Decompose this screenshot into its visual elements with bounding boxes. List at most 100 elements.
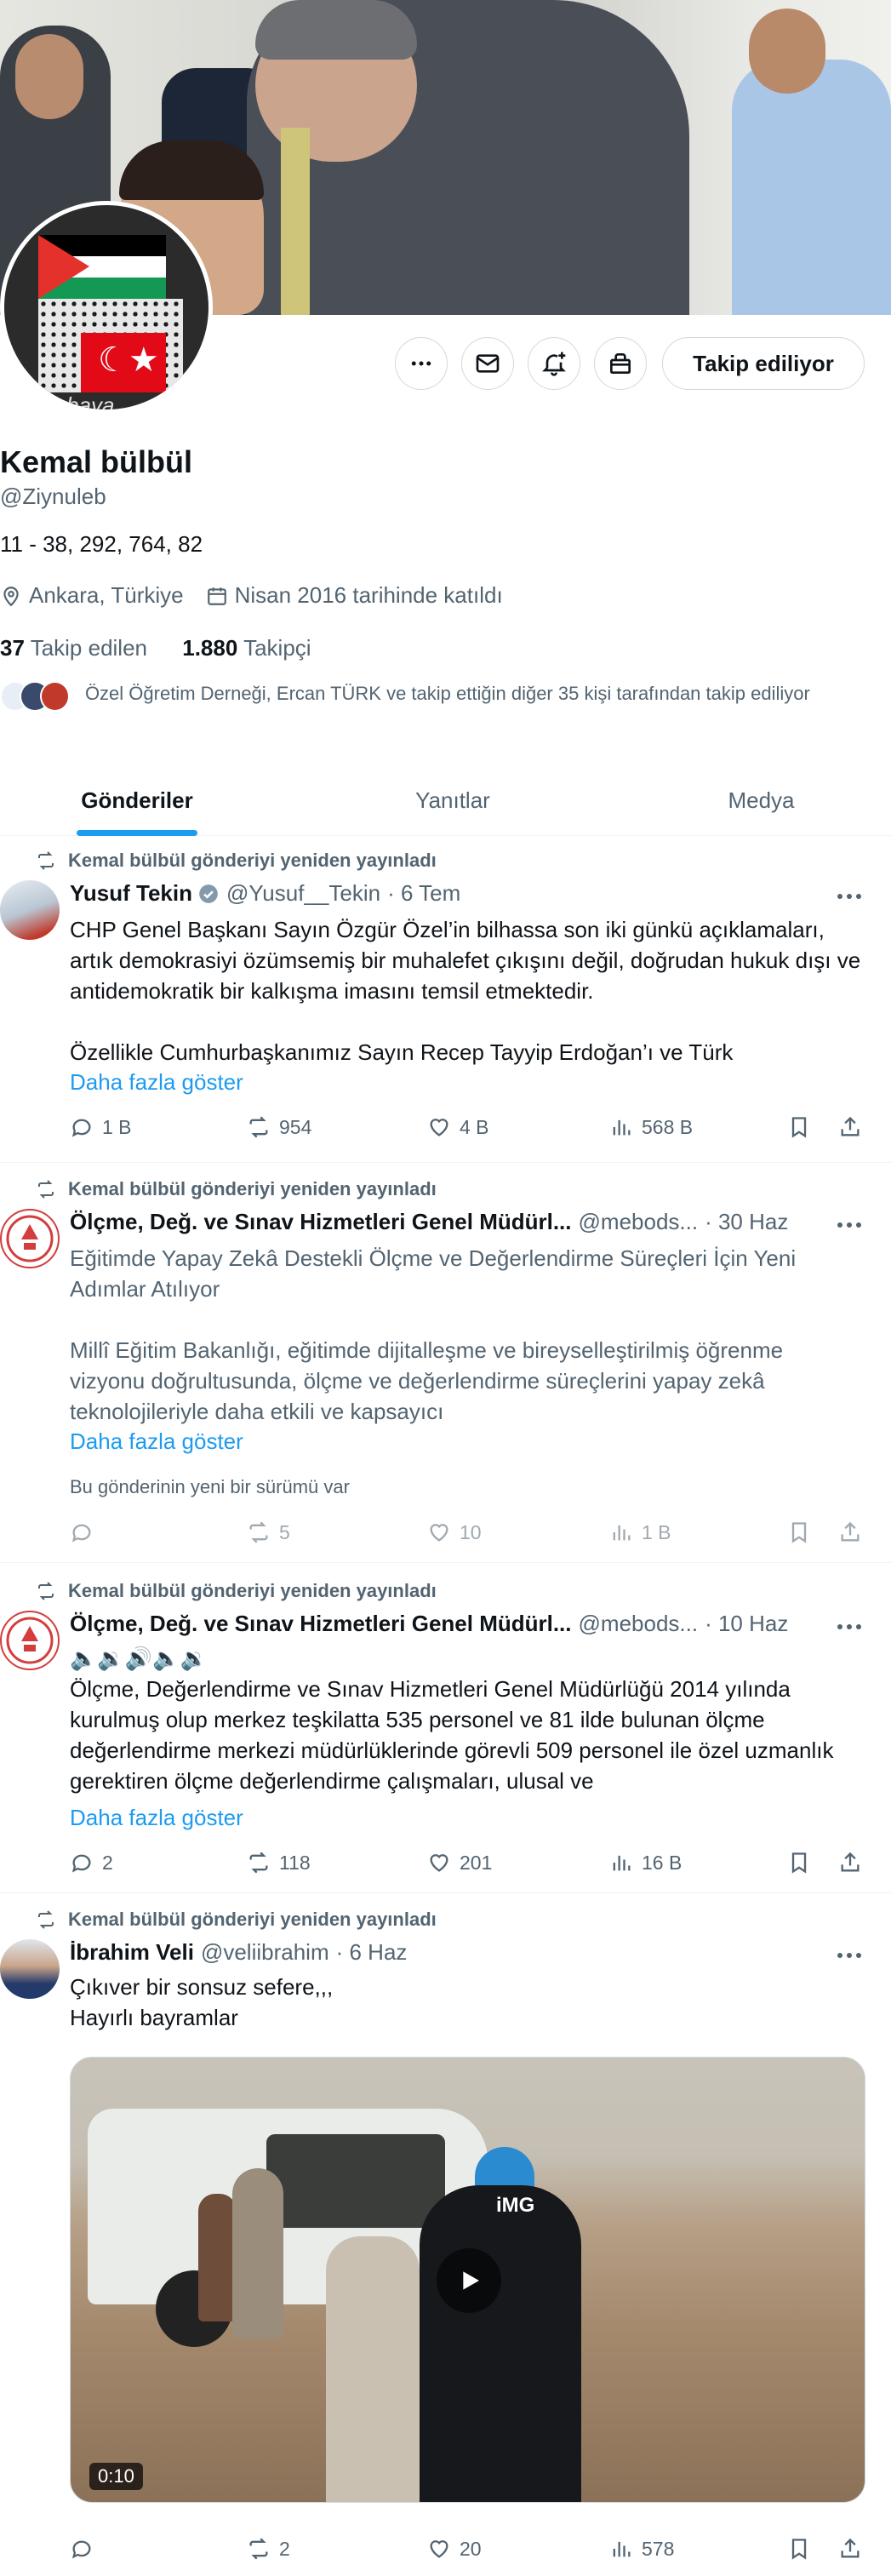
reply-button[interactable]: 1 B [70,1115,132,1139]
reply-icon [71,1854,91,1873]
like-count: 20 [460,2537,482,2560]
post-text: 🔈🔉🔊🔈🔉 Ölçme, Değerlendirme ve Sınav Hizm… [70,1643,861,1796]
followed-by[interactable]: Özel Öğretim Derneği, Ercan TÜRK ve taki… [0,681,851,712]
bookmark-button[interactable] [787,1115,820,1139]
author-name[interactable]: Yusuf Tekin [70,880,192,907]
new-version-notice[interactable]: Bu gönderinin yeni bir sürümü var [70,1476,350,1498]
tab-replies[interactable]: Yanıtlar [274,764,631,836]
reply-button[interactable]: 2 [70,1851,113,1875]
post[interactable]: Kemal bülbül gönderiyi yeniden yayınladı… [0,1163,891,1563]
followers-link[interactable]: 1.880 Takipçi [182,635,311,661]
like-button[interactable]: 20 [427,2537,482,2561]
message-button[interactable] [461,337,514,390]
share-button[interactable] [838,1851,871,1875]
reply-count: 2 [102,1851,113,1874]
profile-location: Ankara, Türkiye [0,582,184,609]
profile-name: Kemal bülbül [0,444,193,479]
joined-text: Nisan 2016 tarihinde katıldı [234,582,503,608]
post-more-button[interactable] [832,884,866,909]
author-handle[interactable]: @Yusuf__Tekin [226,880,380,907]
post[interactable]: Kemal bülbül gönderiyi yeniden yayınladı… [0,1563,891,1893]
share-button[interactable] [838,1115,871,1139]
repost-button[interactable]: 5 [247,1520,290,1544]
vest-logo: iMG [496,2194,535,2217]
post-more-button[interactable] [832,1943,866,1968]
author-name[interactable]: Ölçme, Değ. ve Sınav Hizmetleri Genel Mü… [70,1209,572,1235]
author-avatar[interactable] [0,1939,60,1999]
views-button[interactable]: 578 [609,2537,674,2561]
repost-button[interactable]: 118 [247,1851,311,1875]
repost-icon [38,1180,54,1199]
more-icon [837,1222,861,1228]
show-more-link[interactable]: Daha fazla göster [70,1428,243,1455]
more-icon [837,1624,861,1629]
author-avatar[interactable] [0,880,60,940]
like-button[interactable]: 10 [427,1520,482,1544]
views-button[interactable]: 568 B [609,1115,693,1139]
post-more-button[interactable] [832,1212,866,1238]
post[interactable]: Kemal bülbül gönderiyi yeniden yayınladı… [0,836,891,1163]
following-button[interactable]: Takip ediliyor [662,337,865,390]
post-header: Ölçme, Değ. ve Sınav Hizmetleri Genel Mü… [70,1611,836,1637]
following-link[interactable]: 37 Takip edilen [0,635,147,661]
bookmark-icon [791,1522,807,1543]
profile-bio: 11 - 38, 292, 764, 82 [0,531,203,557]
bell-plus-icon [542,352,566,376]
repost-button[interactable]: 954 [247,1115,311,1139]
location-text: Ankara, Türkiye [29,582,184,608]
views-button[interactable]: 1 B [609,1520,671,1544]
location-icon [3,586,19,606]
post-paragraph: CHP Genel Başkanı Sayın Özgür Özel’in bi… [70,917,861,1004]
post-paragraph: Çıkıver bir sonsuz sefere,,, [70,1974,334,2000]
views-button[interactable]: 16 B [609,1851,682,1875]
post-time[interactable]: · 6 Tem [387,880,460,907]
tab-posts[interactable]: Gönderiler [0,764,274,836]
repost-count: 2 [279,2537,290,2560]
author-handle[interactable]: @mebods... [579,1209,699,1235]
play-icon [463,2271,479,2290]
share-button[interactable] [838,1520,871,1544]
profile-avatar[interactable]: ☾★ ncerebaya [0,201,213,414]
like-button[interactable]: 4 B [427,1115,489,1139]
bookmark-icon [791,2539,807,2560]
bookmark-button[interactable] [787,1851,820,1875]
post-paragraph: Millî Eğitim Bakanlığı, eğitimde dijital… [70,1337,784,1424]
views-count: 568 B [642,1115,694,1138]
bookmark-button[interactable] [787,2537,820,2561]
notify-button[interactable] [528,337,580,390]
post-time[interactable]: · 10 Haz [705,1611,788,1637]
views-icon [613,1119,631,1136]
post-text: CHP Genel Başkanı Sayın Özgür Özel’in bi… [70,914,861,1068]
play-button[interactable] [437,2248,501,2313]
author-name[interactable]: İbrahim Veli [70,1939,194,1966]
like-button[interactable]: 201 [427,1851,492,1875]
views-count: 1 B [642,1520,671,1543]
author-avatar[interactable] [0,1209,60,1268]
verified-badge-icon [199,884,218,903]
reply-icon [71,1524,91,1543]
author-name[interactable]: Ölçme, Değ. ve Sınav Hizmetleri Genel Mü… [70,1611,572,1637]
reply-button[interactable] [70,1520,102,1544]
video-player[interactable]: iMG 0:10 [70,2057,865,2503]
share-icon [841,1521,860,1542]
tab-media[interactable]: Medya [631,764,891,836]
bookmark-button[interactable] [787,1520,820,1544]
post-actions: 5 10 1 B [70,1520,865,1554]
repost-count: 5 [279,1520,290,1543]
more-button[interactable] [395,337,448,390]
reply-button[interactable] [70,2537,102,2561]
show-more-link[interactable]: Daha fazla göster [70,1805,243,1831]
author-avatar[interactable] [0,1611,60,1670]
views-icon [613,1525,631,1541]
post-time[interactable]: · 6 Haz [336,1939,408,1966]
show-more-link[interactable]: Daha fazla göster [70,1069,243,1096]
following-count: 37 [0,635,25,661]
post-more-button[interactable] [832,1614,866,1640]
share-button[interactable] [838,2537,871,2561]
author-handle[interactable]: @veliibrahim [201,1939,329,1966]
views-count: 16 B [642,1851,683,1874]
repost-button[interactable]: 2 [247,2537,290,2561]
subscribe-button[interactable] [594,337,647,390]
post-time[interactable]: · 30 Haz [705,1209,788,1235]
author-handle[interactable]: @mebods... [579,1611,699,1637]
